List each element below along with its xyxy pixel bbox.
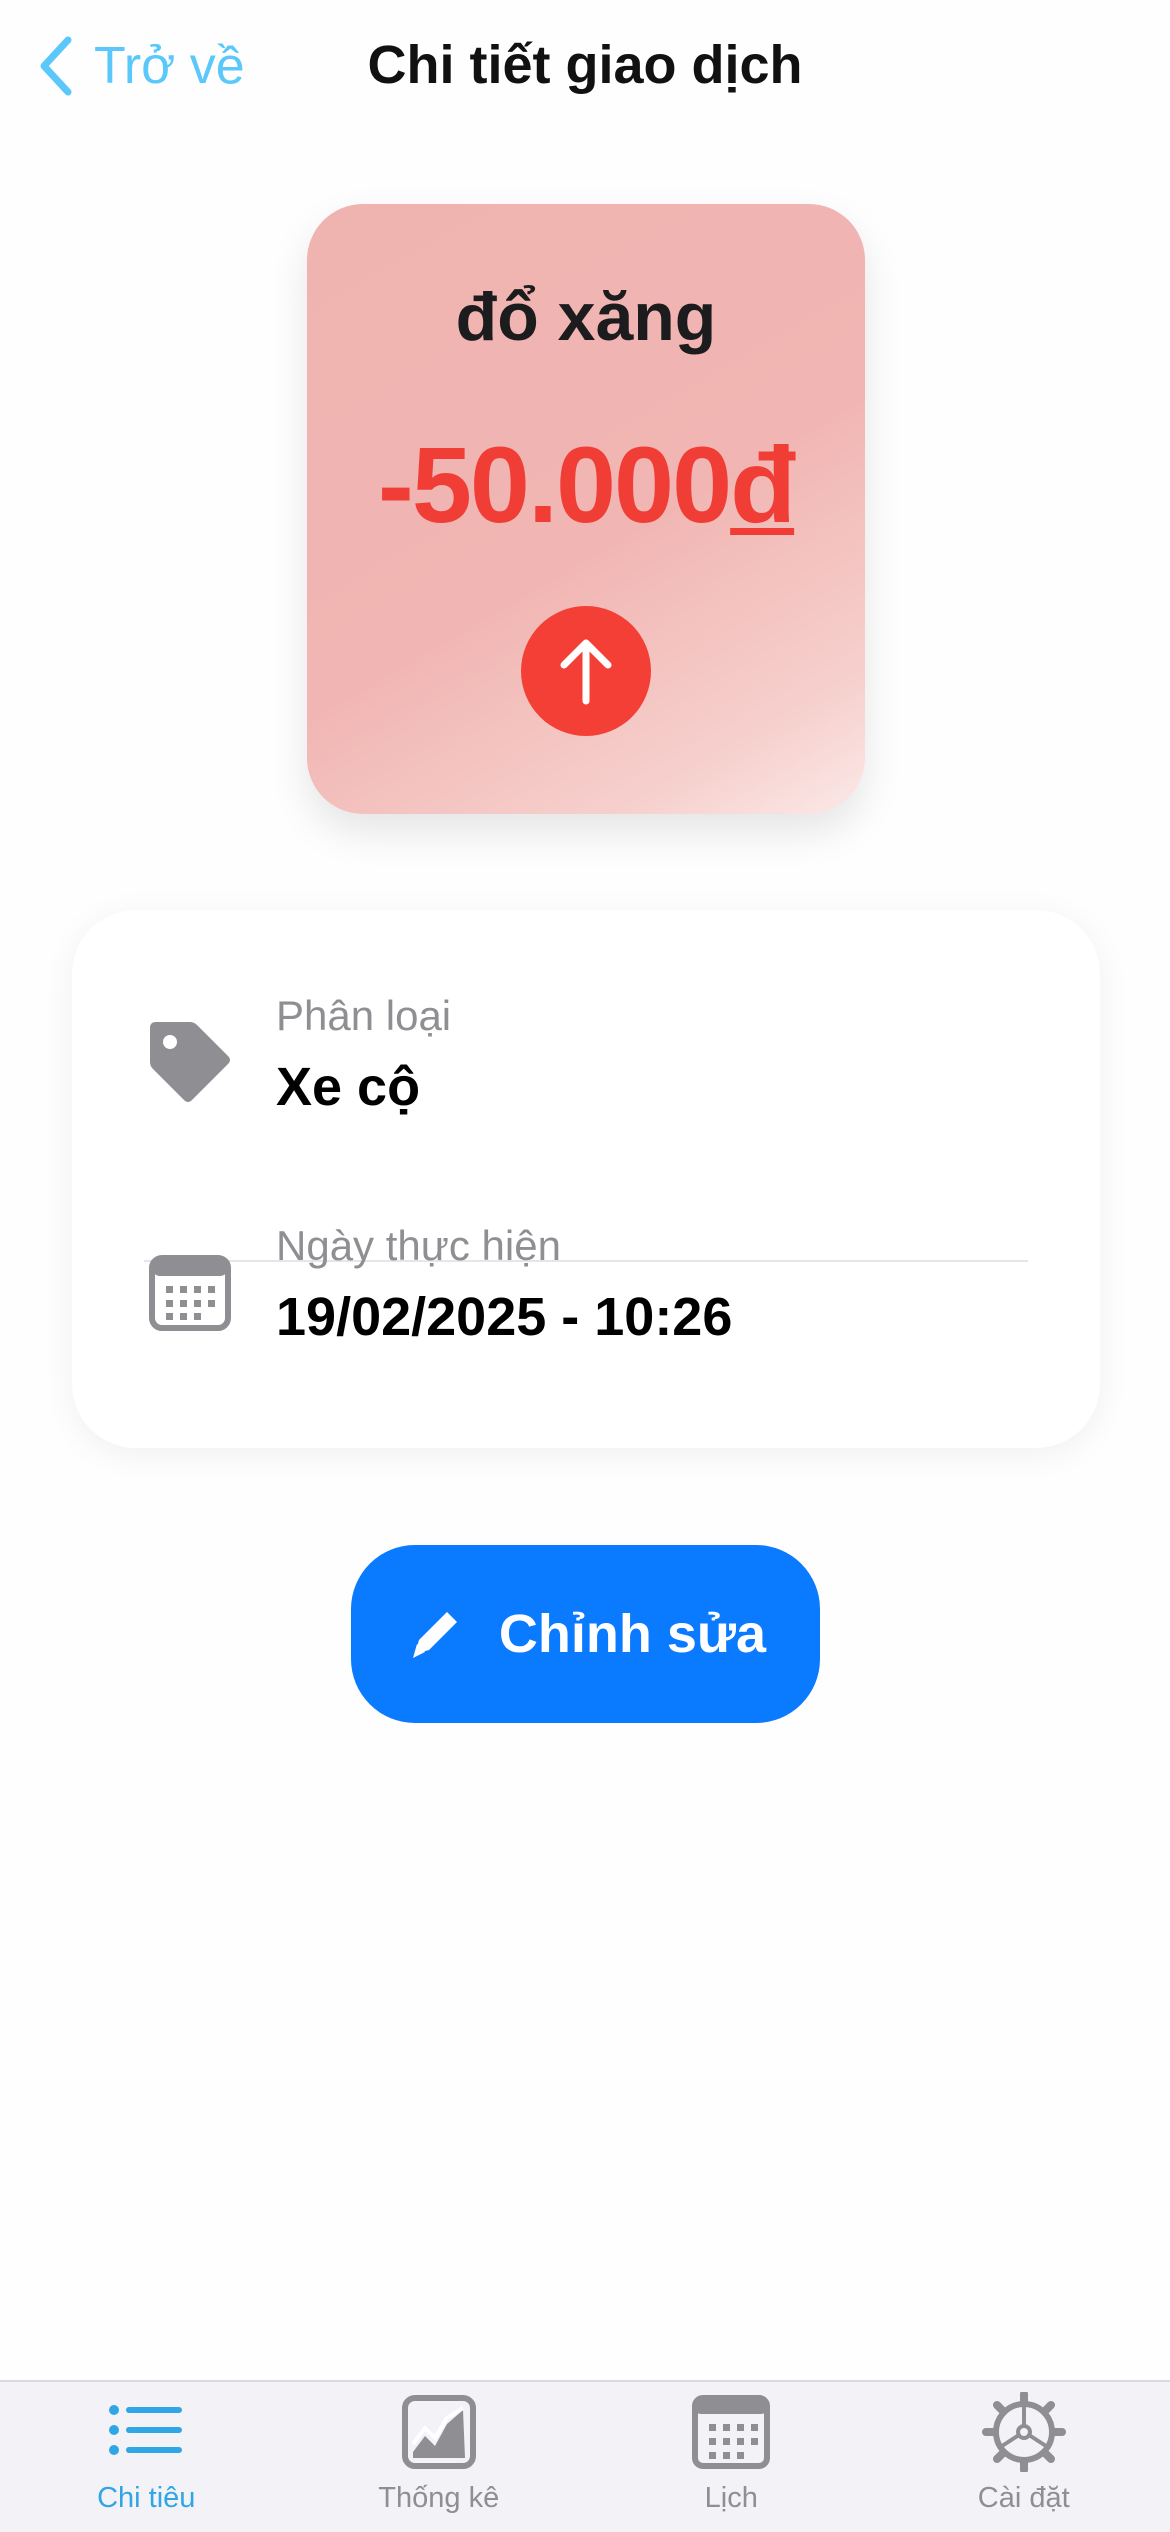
tab-label: Chi tiêu: [97, 2482, 196, 2514]
arrow-up-icon: [560, 639, 612, 705]
tab-label: Cài đặt: [977, 2482, 1070, 2514]
date-label: Ngày thực hiện: [276, 1222, 561, 1269]
category-value: Xe cộ: [276, 1057, 421, 1117]
expense-type-badge: [521, 606, 651, 736]
edit-label: Chỉnh sửa: [498, 1604, 767, 1664]
tab-calendar[interactable]: Lịch: [585, 2382, 878, 2532]
pencil-icon: [412, 1612, 457, 1658]
navigation-header: Trở về Chi tiết giao dịch: [0, 0, 1170, 140]
tab-label: Thống kê: [378, 2482, 500, 2514]
gear-icon: [981, 2392, 1066, 2472]
tab-bar: Chi tiêu Thống kê Lịch Cài đặt: [0, 2380, 1170, 2532]
currency-sign: đ: [730, 424, 796, 545]
transaction-detail-card: Phân loại Xe cộ Ngày thực hiện 19/02/202…: [72, 910, 1100, 1448]
tab-statistics[interactable]: Thống kê: [293, 2382, 586, 2532]
transaction-summary-card: đổ xăng -50.000đ: [307, 204, 865, 814]
edit-button[interactable]: Chỉnh sửa: [351, 1545, 820, 1723]
chart-icon: [401, 2395, 476, 2469]
page-title: Chi tiết giao dịch: [367, 35, 803, 95]
category-row: Phân loại Xe cộ: [72, 992, 1100, 1262]
transaction-amount: -50.000đ: [307, 422, 865, 547]
amount-value: -50.000: [377, 424, 732, 545]
date-value: 19/02/2025 - 10:26: [276, 1287, 733, 1347]
calendar-icon: [149, 1255, 231, 1331]
category-label: Phân loại: [276, 992, 452, 1039]
list-icon: [109, 2405, 183, 2455]
tab-expenses[interactable]: Chi tiêu: [0, 2382, 293, 2532]
calendar-icon: [692, 2395, 771, 2469]
tab-label: Lịch: [704, 2482, 758, 2514]
date-row: Ngày thực hiện 19/02/2025 - 10:26: [72, 1222, 1100, 1412]
tab-settings[interactable]: Cài đặt: [878, 2382, 1170, 2532]
transaction-detail-screen: Trở về Chi tiết giao dịch đổ xăng -50.00…: [0, 0, 1170, 2532]
transaction-name: đổ xăng: [455, 279, 717, 355]
tag-icon: [150, 1022, 230, 1102]
